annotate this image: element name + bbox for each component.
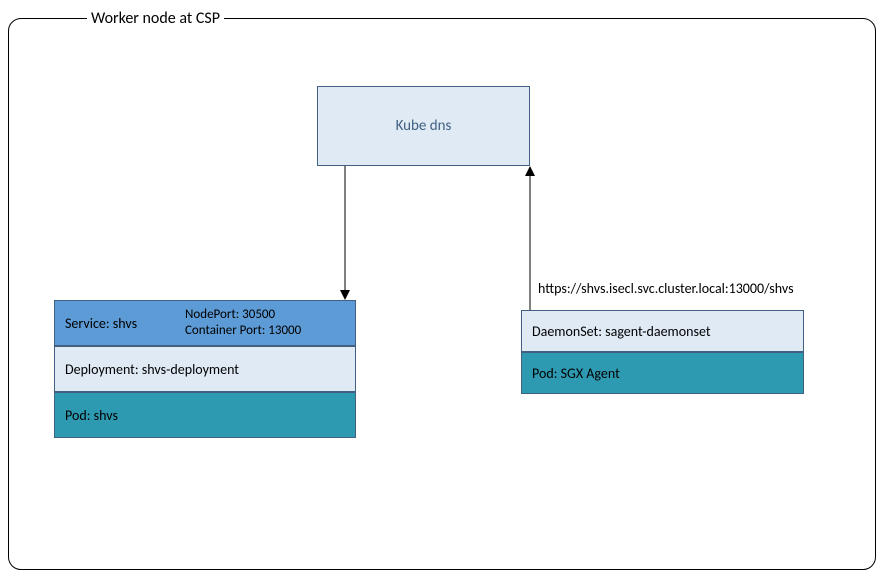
- daemonset-label: DaemonSet: sagent-daemonset: [532, 323, 711, 340]
- pod-shvs-box: Pod: shvs: [54, 392, 356, 438]
- service-label: Service: shvs: [55, 315, 185, 332]
- service-box: Service: shvs NodePort: 30500 Container …: [54, 300, 356, 346]
- service-container-port: Container Port: 13000: [185, 323, 301, 338]
- service-nodeport: NodePort: 30500: [185, 307, 275, 322]
- daemonset-box: DaemonSet: sagent-daemonset: [521, 310, 804, 352]
- deployment-box: Deployment: shvs-deployment: [54, 346, 356, 392]
- pod-shvs-label: Pod: shvs: [65, 407, 118, 424]
- shvs-url-label: https://shvs.isecl.svc.cluster.local:130…: [538, 280, 794, 297]
- pod-sgx-agent-box: Pod: SGX Agent: [521, 352, 804, 394]
- pod-sgx-agent-label: Pod: SGX Agent: [532, 365, 620, 382]
- service-ports: NodePort: 30500 Container Port: 13000: [185, 307, 301, 338]
- diagram-canvas: Worker node at CSP Kube dns Service: shv…: [0, 0, 883, 577]
- deployment-label: Deployment: shvs-deployment: [65, 361, 239, 378]
